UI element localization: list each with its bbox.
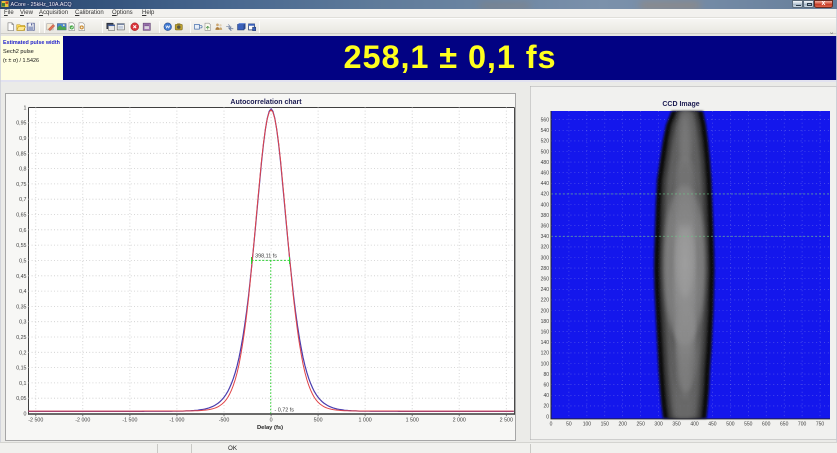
svg-text:CCD Image: CCD Image: [662, 101, 699, 108]
svg-text:0,7: 0,7: [19, 197, 26, 203]
svg-text:250: 250: [637, 422, 646, 428]
svg-text:0: 0: [24, 412, 27, 418]
svg-text:0: 0: [270, 418, 273, 424]
svg-text:0,9: 0,9: [19, 136, 26, 142]
svg-text:400: 400: [690, 422, 699, 428]
svg-text:1: 1: [24, 105, 27, 111]
svg-text:300: 300: [654, 422, 663, 428]
svg-text:1 000: 1 000: [358, 418, 371, 424]
svg-text:220: 220: [541, 298, 550, 304]
svg-text:380: 380: [541, 213, 550, 219]
svg-text:260: 260: [541, 277, 550, 283]
svg-text:180: 180: [541, 319, 550, 325]
svg-text:-500: -500: [219, 418, 230, 424]
svg-text:0,6: 0,6: [19, 228, 26, 234]
svg-text:40: 40: [543, 393, 549, 399]
svg-text:240: 240: [541, 287, 550, 293]
svg-text:160: 160: [541, 330, 550, 336]
svg-text:-1 500: -1 500: [122, 418, 137, 424]
svg-text:550: 550: [744, 422, 753, 428]
svg-text:0,3: 0,3: [19, 320, 26, 326]
svg-text:-1 000: -1 000: [169, 418, 184, 424]
svg-text:0: 0: [546, 414, 549, 420]
svg-text:0: 0: [550, 422, 553, 428]
svg-text:0,1: 0,1: [19, 381, 26, 387]
svg-text:500: 500: [726, 422, 735, 428]
svg-text:400: 400: [541, 202, 550, 208]
svg-text:Delay (fs): Delay (fs): [257, 425, 283, 431]
svg-text:398,11 fs: 398,11 fs: [255, 254, 277, 260]
svg-text:50: 50: [566, 422, 572, 428]
svg-text:2 000: 2 000: [453, 418, 466, 424]
svg-text:2 500: 2 500: [500, 418, 513, 424]
svg-text:0,75: 0,75: [16, 182, 26, 188]
svg-text:0,5: 0,5: [19, 259, 26, 265]
svg-text:650: 650: [780, 422, 789, 428]
svg-text:0,8: 0,8: [19, 167, 26, 173]
svg-text:0,65: 0,65: [16, 213, 26, 219]
svg-text:440: 440: [541, 181, 550, 187]
svg-text:0,05: 0,05: [16, 396, 26, 402]
svg-text:150: 150: [601, 422, 610, 428]
svg-text:60: 60: [543, 383, 549, 389]
svg-text:0,55: 0,55: [16, 243, 26, 249]
svg-text:0,95: 0,95: [16, 121, 26, 127]
svg-text:0,15: 0,15: [16, 366, 26, 372]
svg-text:600: 600: [762, 422, 771, 428]
svg-text:Autocorrelation chart: Autocorrelation chart: [230, 99, 302, 106]
svg-text:300: 300: [541, 255, 550, 261]
svg-text:0,45: 0,45: [16, 274, 26, 280]
svg-text:280: 280: [541, 266, 550, 272]
svg-text:350: 350: [672, 422, 681, 428]
svg-text:500: 500: [314, 418, 323, 424]
svg-text:-2 000: -2 000: [75, 418, 90, 424]
svg-text:320: 320: [541, 245, 550, 251]
svg-text:- 0,72 fs: - 0,72 fs: [275, 408, 295, 414]
svg-text:120: 120: [541, 351, 550, 357]
svg-text:500: 500: [541, 149, 550, 155]
svg-text:100: 100: [583, 422, 592, 428]
svg-text:0,35: 0,35: [16, 304, 26, 310]
svg-text:0,25: 0,25: [16, 335, 26, 341]
svg-text:700: 700: [798, 422, 807, 428]
svg-text:360: 360: [541, 224, 550, 230]
svg-text:100: 100: [541, 361, 550, 367]
svg-text:-2 500: -2 500: [28, 418, 43, 424]
svg-text:750: 750: [816, 422, 825, 428]
svg-text:0,4: 0,4: [19, 289, 26, 295]
svg-text:540: 540: [541, 128, 550, 134]
svg-text:140: 140: [541, 340, 550, 346]
svg-text:480: 480: [541, 160, 550, 166]
svg-text:340: 340: [541, 234, 550, 240]
svg-text:20: 20: [543, 404, 549, 410]
svg-text:520: 520: [541, 139, 550, 145]
svg-text:560: 560: [541, 118, 550, 124]
svg-text:0,2: 0,2: [19, 350, 26, 356]
svg-text:80: 80: [543, 372, 549, 378]
svg-text:200: 200: [541, 308, 550, 314]
svg-text:1 500: 1 500: [406, 418, 419, 424]
svg-text:420: 420: [541, 192, 550, 198]
svg-text:0,85: 0,85: [16, 151, 26, 157]
svg-text:200: 200: [619, 422, 628, 428]
svg-text:460: 460: [541, 171, 550, 177]
svg-text:450: 450: [708, 422, 717, 428]
